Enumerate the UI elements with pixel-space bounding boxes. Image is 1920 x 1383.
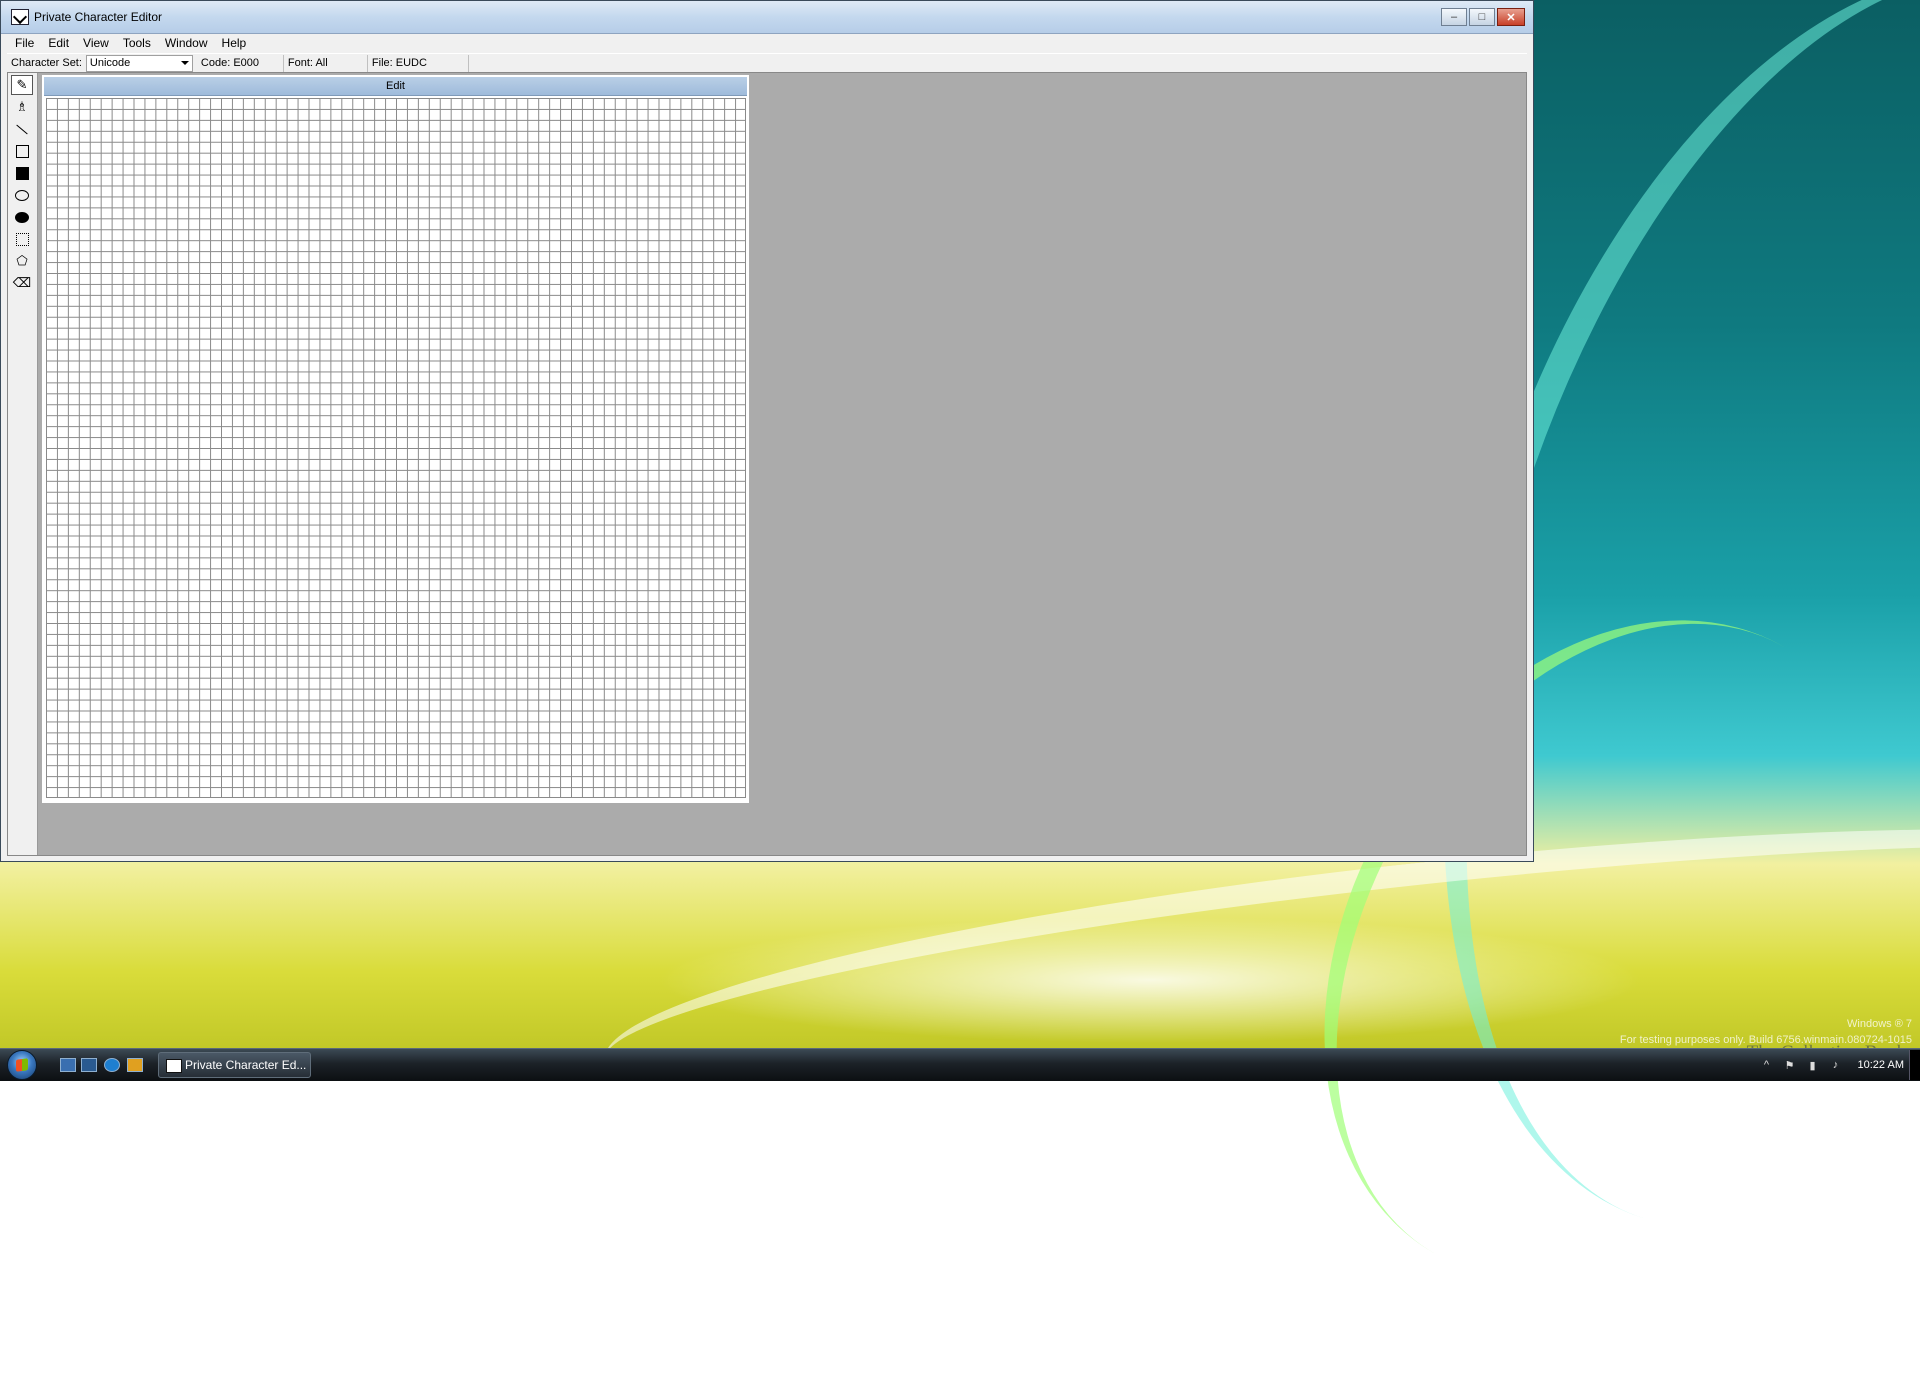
app-icon[interactable] bbox=[11, 9, 29, 25]
close-icon: ✕ bbox=[1506, 11, 1516, 24]
eraser-icon: ⌫ bbox=[12, 275, 32, 290]
watermark-line-1: Windows ® 7 bbox=[1847, 1018, 1912, 1030]
rectangular-selection-tool[interactable] bbox=[11, 229, 33, 249]
menu-view[interactable]: View bbox=[76, 36, 116, 50]
character-edit-grid[interactable] bbox=[46, 98, 746, 798]
show-desktop-button[interactable] bbox=[1909, 1050, 1920, 1080]
line-tool[interactable] bbox=[11, 119, 33, 139]
info-toolbar: Character Set: Unicode Code: E000 Font: … bbox=[7, 53, 1527, 74]
menu-bar: File Edit View Tools Window Help bbox=[1, 34, 1533, 52]
minimize-icon: – bbox=[1450, 11, 1458, 23]
menu-tools[interactable]: Tools bbox=[116, 36, 158, 50]
charset-label: Character Set: bbox=[11, 57, 82, 69]
hollow-rectangle-icon bbox=[15, 144, 29, 158]
code-field: Code: E000 bbox=[197, 55, 284, 72]
menu-file[interactable]: File bbox=[8, 36, 41, 50]
chevron-down-icon bbox=[180, 61, 189, 65]
clock[interactable]: 10:22 AM bbox=[1858, 1059, 1904, 1071]
show-hidden-icons-icon[interactable]: ^ bbox=[1760, 1059, 1774, 1071]
charset-dropdown[interactable]: Unicode bbox=[85, 55, 193, 72]
menu-window[interactable]: Window bbox=[158, 36, 215, 50]
switch-windows-icon[interactable] bbox=[81, 1058, 97, 1072]
network-icon[interactable]: ▮ bbox=[1806, 1059, 1820, 1072]
line-icon bbox=[16, 124, 28, 134]
media-player-icon[interactable] bbox=[127, 1058, 143, 1072]
edit-window-title[interactable]: Edit bbox=[44, 77, 747, 96]
hollow-ellipse-tool[interactable] bbox=[11, 185, 33, 205]
minimize-button[interactable]: – bbox=[1441, 8, 1467, 26]
drawing-toolbox: ✎ ♗ ⬠ ⌫ bbox=[8, 73, 38, 855]
app-window: Private Character Editor – □ ✕ File Edit… bbox=[0, 0, 1534, 862]
mdi-client-area: ✎ ♗ ⬠ ⌫ Edit bbox=[7, 72, 1527, 856]
close-button[interactable]: ✕ bbox=[1497, 8, 1525, 26]
system-tray: ^ ⚑ ▮ ♪ 10:22 AM bbox=[1760, 1049, 1910, 1081]
windows-logo-icon bbox=[16, 1058, 28, 1072]
filled-ellipse-icon bbox=[15, 211, 29, 223]
hollow-rectangle-tool[interactable] bbox=[11, 141, 33, 161]
pencil-tool[interactable]: ✎ bbox=[11, 75, 33, 95]
title-bar[interactable]: Private Character Editor – □ ✕ bbox=[1, 1, 1533, 34]
menu-edit[interactable]: Edit bbox=[41, 36, 76, 50]
window-title: Private Character Editor bbox=[34, 10, 163, 24]
charset-value: Unicode bbox=[89, 57, 131, 69]
freeform-selection-icon: ⬠ bbox=[16, 253, 28, 268]
maximize-button[interactable]: □ bbox=[1469, 8, 1495, 26]
brush-tool[interactable]: ♗ bbox=[11, 97, 33, 117]
rectangular-selection-icon bbox=[15, 232, 29, 246]
taskbar-app-button[interactable]: Private Character Ed... bbox=[158, 1052, 311, 1078]
show-desktop-quicklaunch-icon[interactable] bbox=[60, 1058, 76, 1072]
font-field: Font: All bbox=[284, 55, 368, 72]
taskbar: Private Character Ed... ^ ⚑ ▮ ♪ 10:22 AM bbox=[0, 1048, 1920, 1081]
window-controls: – □ ✕ bbox=[1439, 8, 1525, 26]
hollow-ellipse-icon bbox=[15, 189, 29, 201]
brush-icon: ♗ bbox=[16, 99, 28, 114]
internet-explorer-icon[interactable] bbox=[104, 1058, 120, 1072]
freeform-selection-tool[interactable]: ⬠ bbox=[11, 251, 33, 271]
maximize-icon: □ bbox=[1478, 11, 1486, 23]
menu-help[interactable]: Help bbox=[215, 36, 254, 50]
filled-ellipse-tool[interactable] bbox=[11, 207, 33, 227]
file-field: File: EUDC bbox=[368, 55, 469, 72]
volume-icon[interactable]: ♪ bbox=[1829, 1059, 1843, 1071]
eraser-tool[interactable]: ⌫ bbox=[11, 273, 33, 293]
taskbar-app-label: Private Character Ed... bbox=[185, 1058, 307, 1072]
filled-rectangle-icon bbox=[15, 166, 29, 180]
app-task-icon bbox=[166, 1059, 182, 1073]
pencil-icon: ✎ bbox=[16, 77, 28, 92]
filled-rectangle-tool[interactable] bbox=[11, 163, 33, 183]
action-center-flag-icon[interactable]: ⚑ bbox=[1783, 1059, 1797, 1072]
edit-grid-window: Edit bbox=[42, 75, 749, 803]
start-button[interactable] bbox=[7, 1050, 37, 1080]
